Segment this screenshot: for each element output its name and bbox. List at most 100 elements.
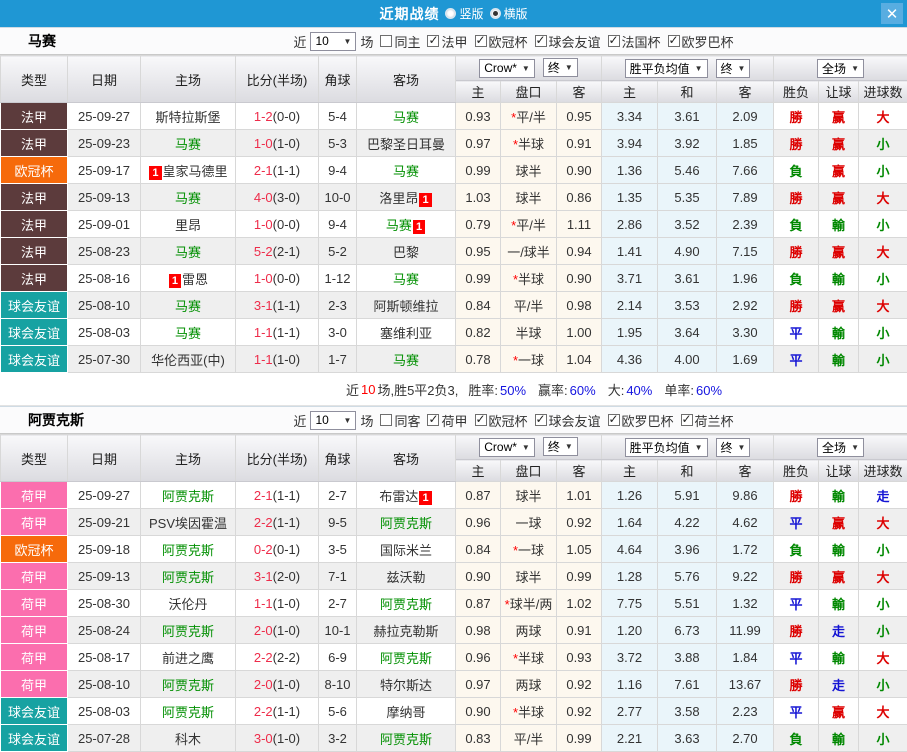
radio-vertical-icon[interactable]	[445, 8, 456, 19]
odds-away-cell: 1.11	[557, 211, 602, 238]
competition-type-cell: 荷甲	[1, 671, 68, 698]
result-handicap-cell: 赢	[819, 184, 859, 211]
away-team-name: 洛里昂	[379, 191, 418, 206]
radio-horizontal-layout[interactable]: 横版	[490, 5, 528, 22]
avg-away-cell: 1.85	[717, 130, 774, 157]
league-checkbox-2[interactable]	[535, 414, 547, 426]
table-row: 欧冠杯25-09-18阿贾克斯0-2(0-1)3-5国际米兰0.84*一球1.0…	[1, 536, 907, 563]
score-cell: 4-0(3-0)	[236, 184, 319, 211]
avg-stage-select[interactable]: 终▼	[716, 438, 751, 457]
away-team-cell: 马赛	[357, 103, 456, 130]
odds-away-cell: 0.94	[557, 238, 602, 265]
table-row: 球会友谊25-07-30华伦西亚(中)1-1(1-0)1-7马赛0.78*一球1…	[1, 346, 907, 373]
summary-stat-label: 胜率:	[468, 383, 498, 398]
home-team-cell: 科木	[141, 725, 236, 752]
home-team-cell: 1雷恩	[141, 265, 236, 292]
competition-type-cell: 荷甲	[1, 563, 68, 590]
column-header-type: 类型	[1, 435, 68, 482]
scope-select[interactable]: 全场▼	[817, 59, 864, 78]
league-label-3: 欧罗巴杯	[622, 411, 674, 430]
league-checkbox-2[interactable]	[535, 35, 547, 47]
home-team-cell: 马赛	[141, 184, 236, 211]
score-cell: 1-1(1-0)	[236, 590, 319, 617]
odds-source-select[interactable]: Crow*▼	[479, 59, 535, 78]
odds-home-cell: 0.93	[456, 103, 501, 130]
league-checkbox-1[interactable]	[475, 414, 487, 426]
home-team-name: 阿贾克斯	[162, 570, 214, 585]
avg-draw-cell: 4.22	[658, 509, 717, 536]
league-checkbox-3[interactable]	[608, 414, 620, 426]
star-mark: *	[513, 353, 518, 368]
away-team-cell: 阿斯顿维拉	[357, 292, 456, 319]
near-count-select-value: 10	[315, 413, 328, 427]
odds-stage-select[interactable]: 终▼	[543, 437, 578, 456]
result-handicap-cell: 輸	[819, 211, 859, 238]
avg-draw-cell: 6.73	[658, 617, 717, 644]
avg-draw-cell: 4.90	[658, 238, 717, 265]
same-venue-checkbox[interactable]	[380, 414, 392, 426]
result-winlose-cell: 平	[774, 590, 819, 617]
subcolumn-header-avg_draw: 和	[658, 81, 717, 103]
scope-select[interactable]: 全场▼	[817, 438, 864, 457]
halftime-score: (0-0)	[273, 109, 300, 124]
corner-cell: 5-4	[319, 103, 357, 130]
fulltime-score: 2-1	[254, 488, 273, 503]
near-count-select[interactable]: 10▼	[310, 32, 356, 51]
score-cell: 0-2(0-1)	[236, 536, 319, 563]
league-checkbox-0[interactable]	[427, 35, 439, 47]
star-mark: *	[511, 218, 516, 233]
avg-away-cell: 2.23	[717, 698, 774, 725]
avg-source-select[interactable]: 胜平负均值▼	[625, 438, 708, 457]
same-venue-checkbox[interactable]	[380, 35, 392, 47]
scope-select-value: 全场	[822, 439, 846, 456]
competition-type-cell: 荷甲	[1, 590, 68, 617]
home-team-cell: 马赛	[141, 238, 236, 265]
halftime-score: (1-0)	[273, 677, 300, 692]
away-team-name: 马赛	[393, 272, 419, 287]
table-row: 法甲25-09-13马赛4-0(3-0)10-0洛里昂11.03球半0.861.…	[1, 184, 907, 211]
summary-stat-label: 单率:	[664, 383, 694, 398]
title-bar: 近期战绩 竖版 横版 ✕	[0, 0, 907, 27]
avg-stage-select[interactable]: 终▼	[716, 59, 751, 78]
close-icon[interactable]: ✕	[881, 3, 903, 24]
away-team-name: 阿贾克斯	[380, 651, 432, 666]
home-team-name: 阿贾克斯	[162, 489, 214, 504]
away-team-name: 阿贾克斯	[380, 516, 432, 531]
home-team-cell: 马赛	[141, 319, 236, 346]
home-team-name: 阿贾克斯	[162, 624, 214, 639]
handicap-cell: *半球	[501, 130, 557, 157]
summary-stat-1: 赢率:60%	[538, 380, 598, 399]
league-label-4: 荷兰杯	[695, 411, 734, 430]
avg-source-select[interactable]: 胜平负均值 ▼	[625, 59, 708, 78]
competition-type-cell: 球会友谊	[1, 346, 68, 373]
radio-vertical-layout[interactable]: 竖版	[445, 5, 483, 22]
fulltime-score: 1-2	[254, 109, 273, 124]
league-checkbox-1[interactable]	[475, 35, 487, 47]
column-header-type: 类型	[1, 56, 68, 103]
result-winlose-cell: 平	[774, 319, 819, 346]
competition-type-cell: 法甲	[1, 130, 68, 157]
odds-home-cell: 0.84	[456, 292, 501, 319]
radio-horizontal-icon[interactable]	[490, 8, 501, 19]
result-winlose-cell: 平	[774, 698, 819, 725]
near-count-select[interactable]: 10▼	[310, 411, 356, 430]
avg-source-select-value: 胜平负均值	[630, 60, 690, 77]
league-checkbox-4[interactable]	[668, 35, 680, 47]
handicap-cell: *一球	[501, 346, 557, 373]
column-header-home: 主场	[141, 56, 236, 103]
league-checkbox-0[interactable]	[427, 414, 439, 426]
summary-stat-3: 单率:60%	[664, 380, 724, 399]
odds-stage-select[interactable]: 终▼	[543, 58, 578, 77]
league-checkbox-3[interactable]	[608, 35, 620, 47]
chevron-down-icon: ▼	[695, 64, 703, 73]
home-team-cell: 华伦西亚(中)	[141, 346, 236, 373]
fulltime-score: 0-2	[254, 542, 273, 557]
result-winlose-cell: 勝	[774, 238, 819, 265]
result-goals-cell: 大	[859, 509, 907, 536]
odds-source-select[interactable]: Crow*▼	[479, 438, 535, 457]
away-team-name: 阿贾克斯	[380, 597, 432, 612]
league-checkbox-4[interactable]	[681, 414, 693, 426]
halftime-score: (0-0)	[273, 271, 300, 286]
away-team-name: 赫拉克勒斯	[373, 624, 438, 639]
chevron-down-icon: ▼	[695, 443, 703, 452]
